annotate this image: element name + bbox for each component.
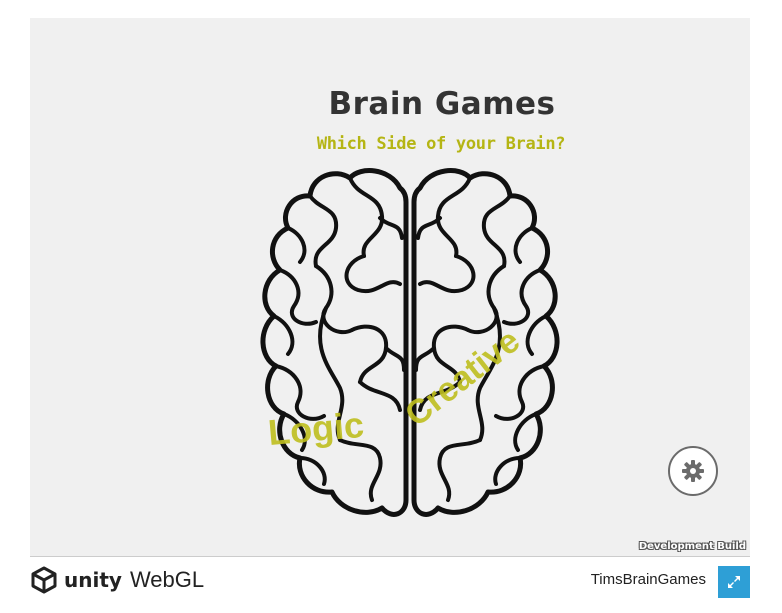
game-name: TimsBrainGames: [590, 571, 706, 588]
fullscreen-button[interactable]: [718, 566, 750, 598]
logic-label: Logic: [266, 403, 366, 454]
unity-webgl-logo: unity WebGL: [30, 565, 204, 595]
webgl-footer: unity WebGL TimsBrainGames: [30, 556, 750, 613]
game-canvas[interactable]: Brain Games Which Side of your Brain? Lo…: [30, 18, 750, 556]
gear-icon: [682, 460, 704, 482]
unity-cube-icon: [31, 566, 57, 594]
settings-button[interactable]: [668, 446, 718, 496]
game-subtitle: Which Side of your Brain?: [316, 134, 566, 154]
development-build-label: Development Build: [638, 541, 746, 552]
brain-illustration: [260, 168, 560, 517]
fullscreen-icon: [728, 576, 740, 588]
game-title: Brain Games: [328, 86, 556, 122]
unity-wordmark: unity: [64, 568, 122, 592]
webgl-wordmark: WebGL: [129, 567, 205, 592]
